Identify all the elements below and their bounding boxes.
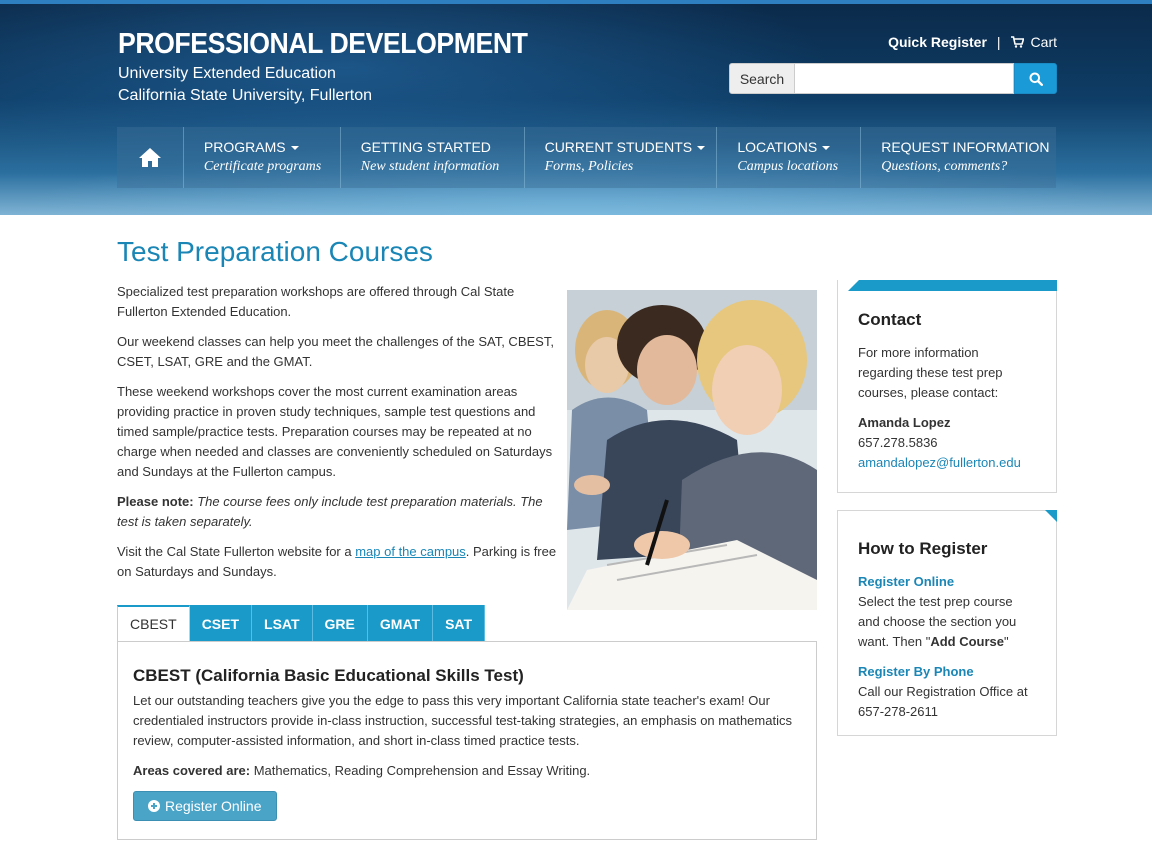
nav-item-request-information[interactable]: REQUEST INFORMATION Questions, comments?	[861, 127, 1056, 188]
contact-title: Contact	[858, 310, 922, 329]
areas-text: Mathematics, Reading Comprehension and E…	[250, 763, 591, 778]
register-online-link[interactable]: Register Online	[858, 572, 1036, 592]
students-photo	[567, 290, 817, 610]
tab-gmat[interactable]: GMAT	[367, 605, 434, 642]
contact-name: Amanda Lopez	[858, 415, 951, 430]
register-online-text: Select the test prep course and choose t…	[858, 592, 1036, 652]
tab-panel-cbest: CBEST (California Basic Educational Skil…	[117, 641, 817, 840]
panel-areas: Areas covered are: Mathematics, Reading …	[133, 761, 801, 781]
home-icon	[138, 148, 161, 167]
tab-cbest[interactable]: CBEST	[117, 605, 190, 642]
caret-down-icon	[822, 146, 831, 151]
site-title[interactable]: PROFESSIONAL DEVELOPMENT	[118, 28, 528, 61]
site-subtitle-campus: California State University, Fullerton	[118, 87, 373, 104]
cart-icon[interactable]	[1010, 36, 1024, 48]
tab-lsat[interactable]: LSAT	[252, 605, 313, 642]
nav-item-sub: Questions, comments?	[881, 159, 1008, 174]
register-by-phone-heading[interactable]: Register By Phone	[858, 662, 1036, 682]
test-tabs: CBEST CSET LSAT GRE GMAT SAT	[117, 605, 486, 642]
contact-email-link[interactable]: amandalopez@fullerton.edu	[858, 453, 1036, 473]
nav-item-sub: Certificate programs	[203, 159, 322, 174]
plus-circle-icon	[148, 800, 160, 812]
intro-paragraph: Our weekend classes can help you meet th…	[117, 334, 554, 369]
areas-label: Areas covered are:	[133, 763, 251, 778]
register-title: How to Register	[858, 539, 988, 558]
intro-paragraph: Specialized test preparation workshops a…	[117, 284, 515, 319]
tab-cset[interactable]: CSET	[189, 605, 253, 642]
search-icon	[1029, 72, 1043, 86]
nav-item-programs[interactable]: PROGRAMS Certificate programs	[184, 127, 341, 188]
tab-sat[interactable]: SAT	[433, 605, 486, 642]
add-course-label: Add Course	[930, 634, 1004, 649]
intro-text: Specialized test preparation workshops a…	[117, 282, 557, 592]
note-paragraph: Please note: The course fees only includ…	[117, 492, 557, 532]
nav-item-label: PROGRAMS	[203, 139, 286, 155]
how-to-register-box: How to Register Register Online Select t…	[837, 510, 1057, 736]
nav-item-getting-started[interactable]: GETTING STARTED New student information	[341, 127, 525, 188]
search-input[interactable]	[795, 63, 1014, 94]
nav-item-sub: New student information	[360, 159, 500, 174]
panel-heading: CBEST (California Basic Educational Skil…	[133, 666, 524, 685]
main-nav: PROGRAMS Certificate programs GETTING ST…	[117, 127, 1056, 188]
site-subtitle-university: University Extended Education	[118, 65, 336, 82]
campus-map-link[interactable]: map of the campus	[355, 544, 466, 559]
top-links: Quick Register | Cart	[888, 34, 1057, 50]
nav-home[interactable]	[117, 127, 184, 188]
nav-item-label: CURRENT STUDENTS	[544, 139, 693, 155]
contact-text: For more information regarding these tes…	[858, 345, 1003, 400]
visit-paragraph: Visit the Cal State Fullerton website fo…	[117, 542, 557, 582]
note-label: Please note:	[117, 494, 194, 509]
nav-item-sub: Forms, Policies	[544, 159, 634, 174]
visit-text: Visit the Cal State Fullerton website fo…	[117, 544, 356, 559]
site-header: PROFESSIONAL DEVELOPMENT University Exte…	[0, 0, 1152, 215]
register-online-button-label: Register Online	[165, 798, 262, 814]
nav-item-label: GETTING STARTED	[360, 139, 491, 155]
quick-register-link[interactable]: Quick Register	[888, 34, 987, 50]
search-button[interactable]	[1014, 63, 1057, 94]
contact-phone: 657.278.5836	[858, 435, 938, 450]
intro-paragraph: These weekend workshops cover the most c…	[117, 384, 553, 479]
contact-box: Contact For more information regarding t…	[837, 280, 1057, 493]
panel-body: Let our outstanding teachers give you th…	[133, 693, 792, 748]
nav-item-locations[interactable]: LOCATIONS Campus locations	[717, 127, 862, 188]
page-title: Test Preparation Courses	[117, 236, 433, 267]
cart-link[interactable]: Cart	[1031, 34, 1057, 50]
top-links-separator: |	[996, 34, 1001, 50]
caret-down-icon	[697, 146, 706, 151]
tab-gre[interactable]: GRE	[312, 605, 368, 642]
nav-item-sub: Campus locations	[737, 159, 839, 174]
search-bar: Search	[729, 63, 1057, 94]
register-by-phone-text: Call our Registration Office at 657-278-…	[858, 684, 1028, 719]
nav-item-label: REQUEST INFORMATION	[881, 139, 1050, 155]
nav-item-current-students[interactable]: CURRENT STUDENTS Forms, Policies	[525, 127, 718, 188]
nav-item-label: LOCATIONS	[737, 139, 818, 155]
register-online-text-part: "	[1003, 634, 1009, 649]
register-online-button[interactable]: Register Online	[133, 791, 277, 821]
search-label: Search	[729, 63, 795, 94]
caret-down-icon	[290, 146, 299, 151]
